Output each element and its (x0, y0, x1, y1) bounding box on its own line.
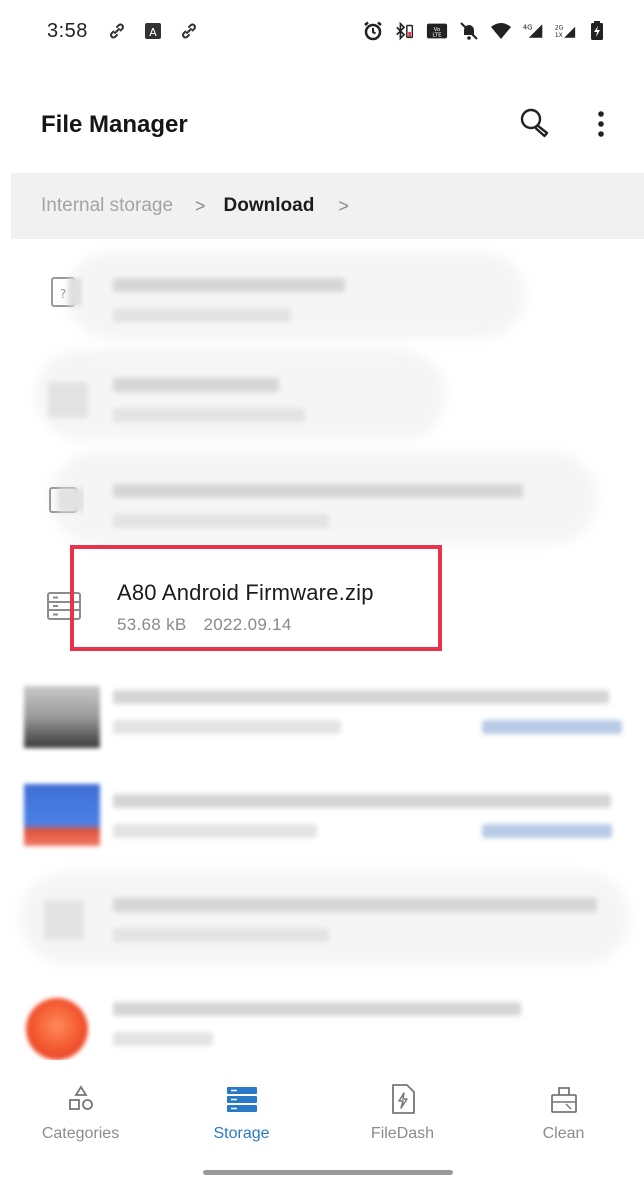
blurred-text (113, 898, 597, 912)
bluetooth-battery-icon (394, 20, 416, 42)
blurred-text (113, 278, 345, 292)
blurred-text (113, 1002, 521, 1016)
svg-text:4G: 4G (523, 23, 533, 31)
nav-clean[interactable]: Clean (483, 1070, 644, 1156)
svg-text:A: A (149, 26, 157, 39)
nav-label: Categories (41, 1125, 120, 1142)
breadcrumb-separator: > (338, 195, 349, 216)
blurred-background (50, 452, 598, 544)
link-icon (178, 20, 200, 42)
a-box-icon: A (142, 20, 164, 42)
blurred-text (113, 824, 317, 838)
link-icon (106, 20, 128, 42)
blurred-text (113, 690, 609, 704)
nav-filedash[interactable]: FileDash (322, 1070, 483, 1156)
status-left-icons: A (106, 20, 200, 42)
list-item[interactable] (0, 864, 644, 968)
nav-label: FileDash (370, 1125, 435, 1142)
nav-categories[interactable]: Categories (0, 1070, 161, 1156)
nav-label: Storage (213, 1125, 270, 1142)
app-title: File Manager (41, 111, 188, 138)
list-item[interactable] (0, 444, 644, 548)
list-item[interactable] (0, 968, 644, 1060)
home-indicator[interactable] (203, 1170, 453, 1175)
blurred-text (113, 1032, 213, 1046)
nav-storage[interactable]: Storage (161, 1070, 322, 1156)
breadcrumb: Internal storage > Download > (11, 173, 644, 239)
blurred-text (113, 928, 329, 942)
more-options-button[interactable] (579, 104, 623, 148)
filedash-icon (386, 1082, 420, 1116)
nav-label: Clean (542, 1125, 585, 1142)
file-size: 53.68 kB (117, 615, 187, 634)
bottom-navigation: Categories Storage FileDash Clean (0, 1070, 644, 1156)
blurred-text (113, 514, 329, 528)
signal-2g-icon: 2G 1X (554, 20, 576, 42)
breadcrumb-internal-storage[interactable]: Internal storage (41, 195, 173, 217)
list-item[interactable] (0, 756, 644, 860)
wifi-icon (490, 20, 512, 42)
signal-4g-icon: 4G (522, 20, 544, 42)
blurred-text (482, 824, 612, 838)
mute-icon (458, 20, 480, 42)
list-item-a80-firmware[interactable] (0, 304, 644, 416)
blurred-thumbnail (44, 900, 84, 940)
blurred-thumbnail (24, 784, 100, 846)
clean-icon (547, 1082, 581, 1116)
blurred-background (20, 872, 630, 964)
svg-text:1X: 1X (555, 33, 563, 39)
blurred-text (482, 720, 622, 734)
file-date: 2022.09.14 (203, 615, 292, 634)
file-name: A80 Android Firmware.zip (117, 580, 374, 605)
search-button[interactable] (513, 104, 557, 148)
status-time: 3:58 (47, 20, 88, 42)
breadcrumb-download[interactable]: Download (224, 195, 315, 217)
blurred-thumbnail (24, 686, 100, 748)
categories-icon (64, 1082, 98, 1116)
blurred-text (113, 484, 523, 498)
status-right-icons: Vo LTE 4G 2G 1X (362, 20, 608, 42)
alarm-icon (362, 20, 384, 42)
blurred-thumbnail (26, 998, 88, 1060)
storage-icon (225, 1082, 259, 1116)
battery-charging-icon (586, 20, 608, 42)
list-item[interactable] (0, 656, 644, 760)
svg-text:2G: 2G (555, 25, 564, 31)
status-bar: 3:58 A Vo LTE 4G 2G 1X (0, 0, 644, 64)
search-icon (516, 105, 554, 148)
volte-icon: Vo LTE (426, 20, 448, 42)
svg-text:?: ? (60, 287, 66, 301)
blurred-text (113, 720, 341, 734)
file-meta: 53.68 kB 2022.09.14 (117, 615, 292, 635)
more-vertical-icon (596, 109, 606, 144)
svg-text:LTE: LTE (432, 33, 442, 39)
breadcrumb-separator: > (195, 195, 206, 216)
blurred-text (113, 794, 611, 808)
file-icon (42, 478, 86, 522)
